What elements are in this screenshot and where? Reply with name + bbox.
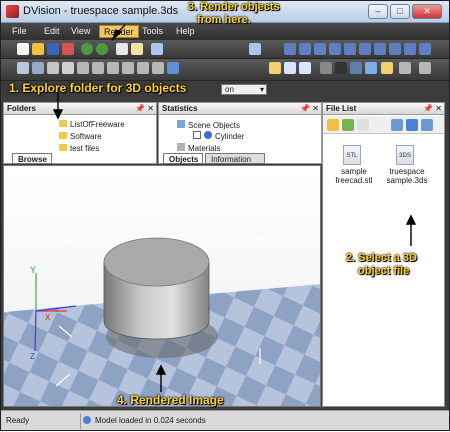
arrow-head <box>111 29 123 42</box>
arrow-head <box>405 214 417 225</box>
arrow-head <box>52 109 64 120</box>
arrow-head <box>155 364 167 375</box>
application-window: DVision - truespace sample.3ds – □ ✕ Fil… <box>0 0 450 431</box>
annotation-arrows <box>52 24 417 392</box>
